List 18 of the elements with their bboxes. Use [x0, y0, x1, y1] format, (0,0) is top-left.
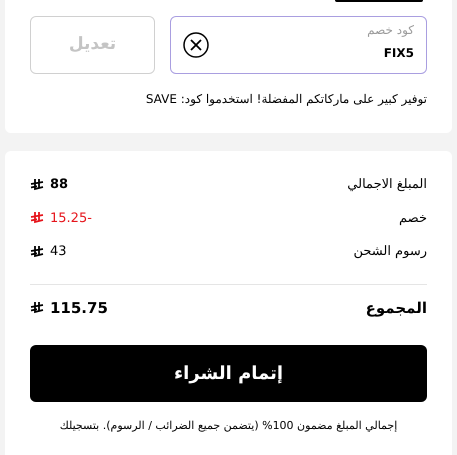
row-label: المبلغ الاجمالي — [347, 176, 427, 194]
currency-icon — [30, 300, 44, 315]
field-label: كود خصم — [367, 22, 414, 39]
row-amount: 88 — [50, 176, 68, 194]
row-label: خصم — [399, 210, 427, 228]
row-amount: 43 — [50, 243, 67, 261]
currency-icon — [30, 211, 44, 226]
footer-note: إجمالي المبلغ مضمون 100% (يتضمن جميع الضرائب / الرسوم). بتسجيلك — [58, 418, 398, 434]
currency-icon — [30, 178, 44, 192]
total-amount: 115.75 — [50, 298, 108, 318]
row-amount: 15.25- — [50, 210, 92, 228]
field-value: FIX5 — [384, 45, 414, 62]
checkout-button[interactable]: إتمام الشراء — [30, 345, 427, 402]
clear-icon[interactable] — [183, 32, 209, 58]
currency-icon — [30, 244, 44, 259]
promo-text: توفير كبير على ماركاتكم المفضلة! استخدموا كود: SAVE — [146, 91, 427, 108]
row-label: رسوم الشحن — [353, 243, 427, 261]
total-label: المجموع — [366, 298, 427, 319]
